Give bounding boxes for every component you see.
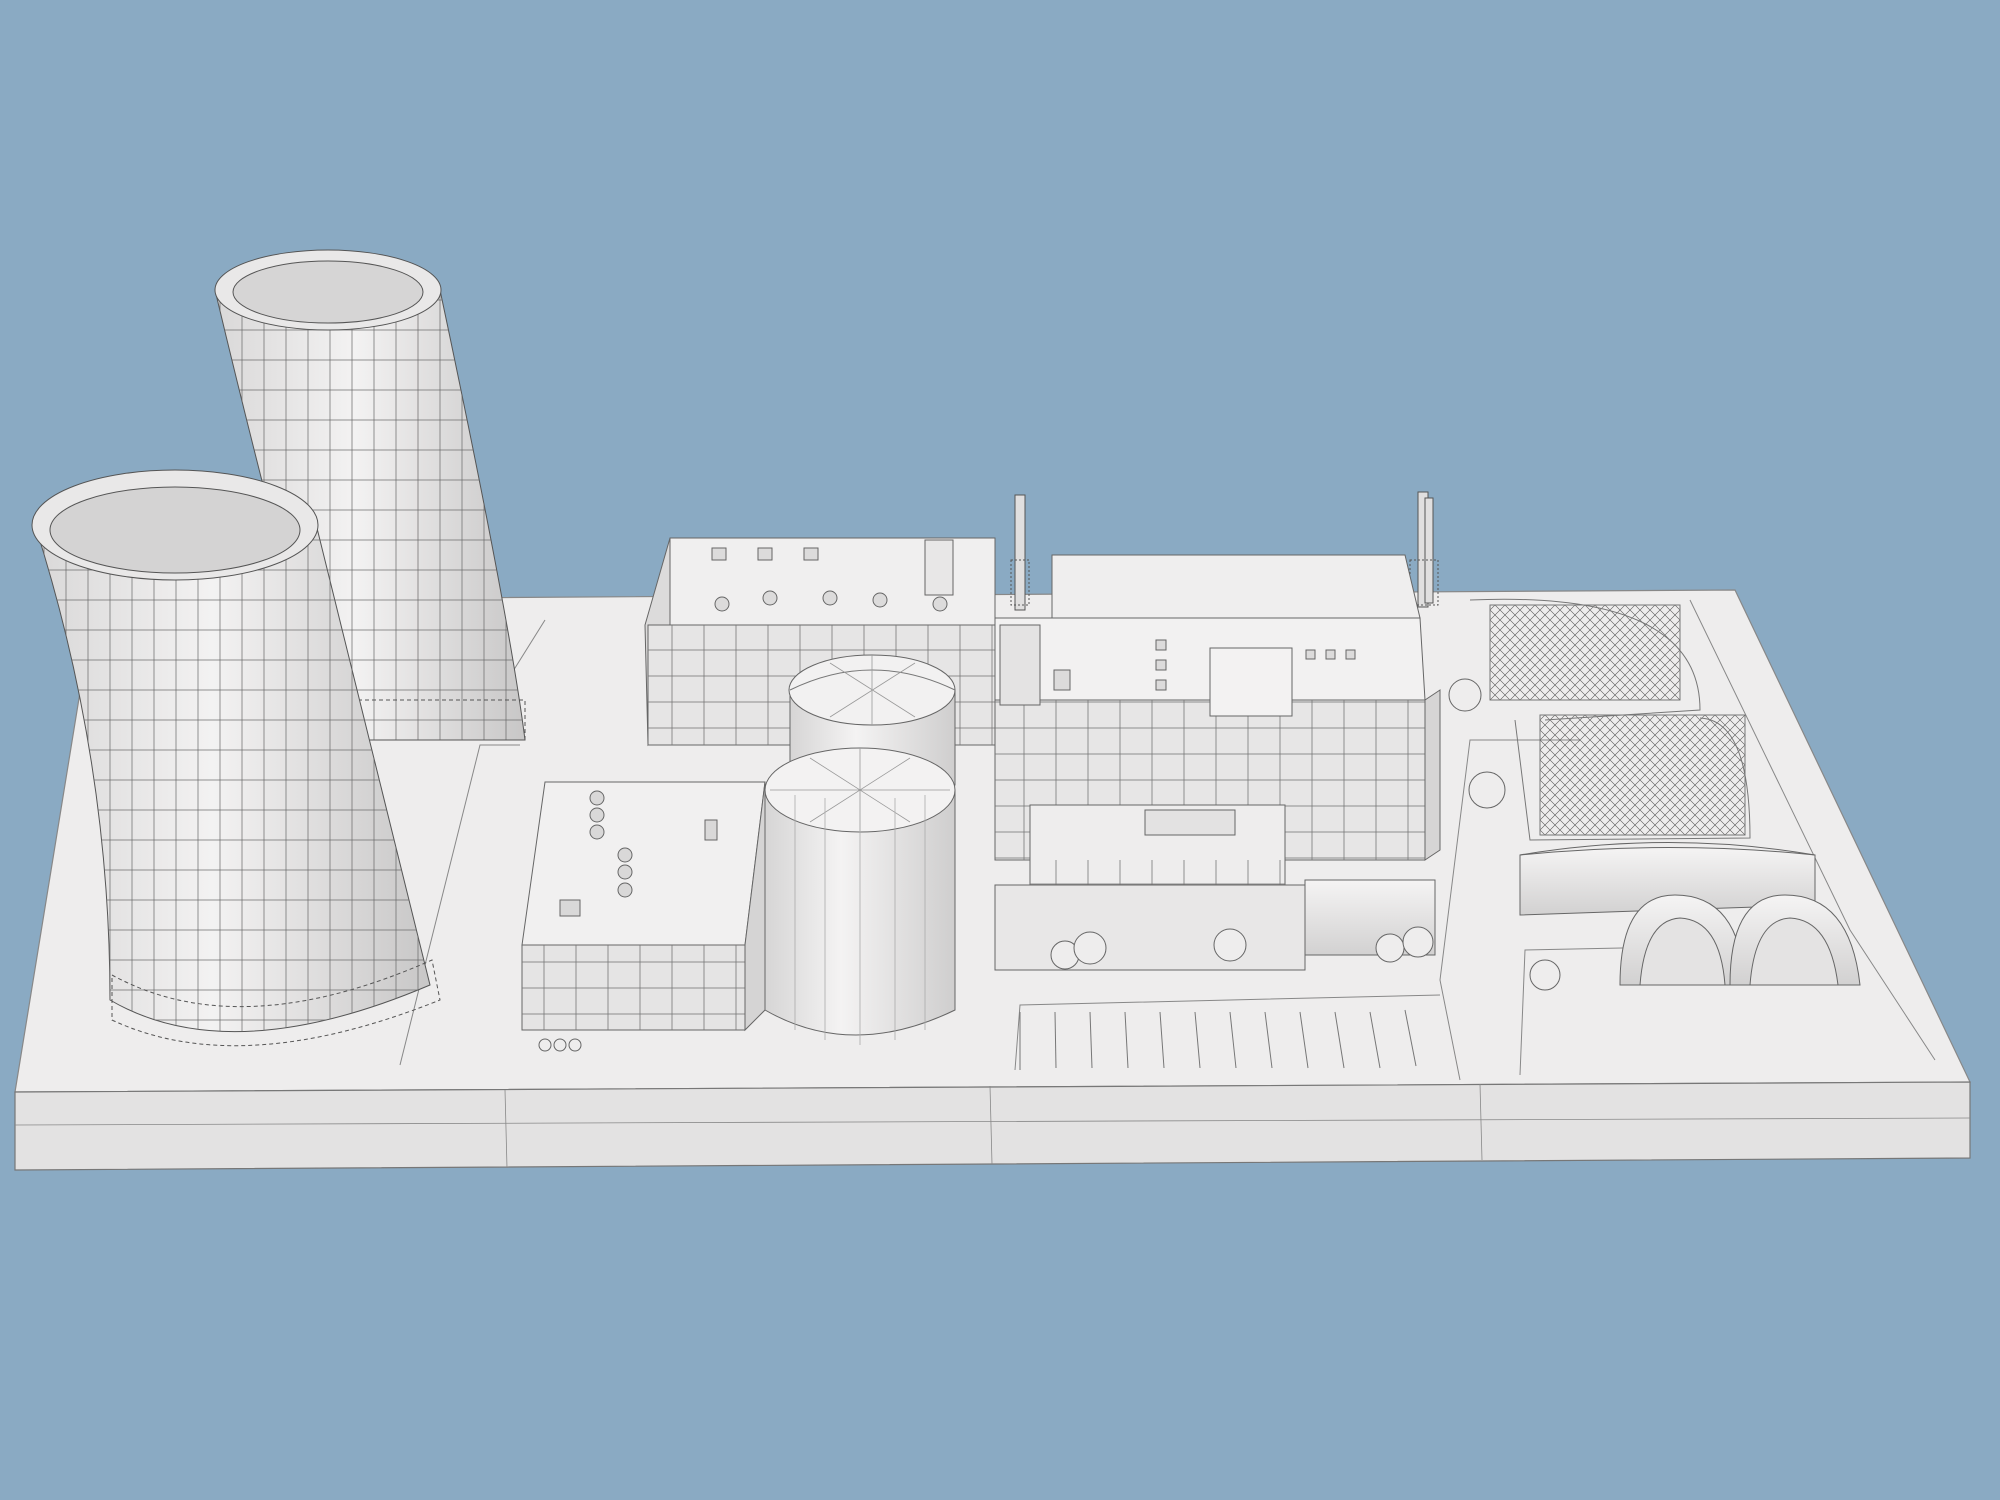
platform-front-face [14,1081,1971,1171]
exhaust-stack [1409,491,1439,608]
nuclear-plant-render [14,249,1971,1171]
reactor-containment-dome [764,747,956,1045]
office-building [521,781,766,1032]
exhaust-stack [1010,494,1030,611]
